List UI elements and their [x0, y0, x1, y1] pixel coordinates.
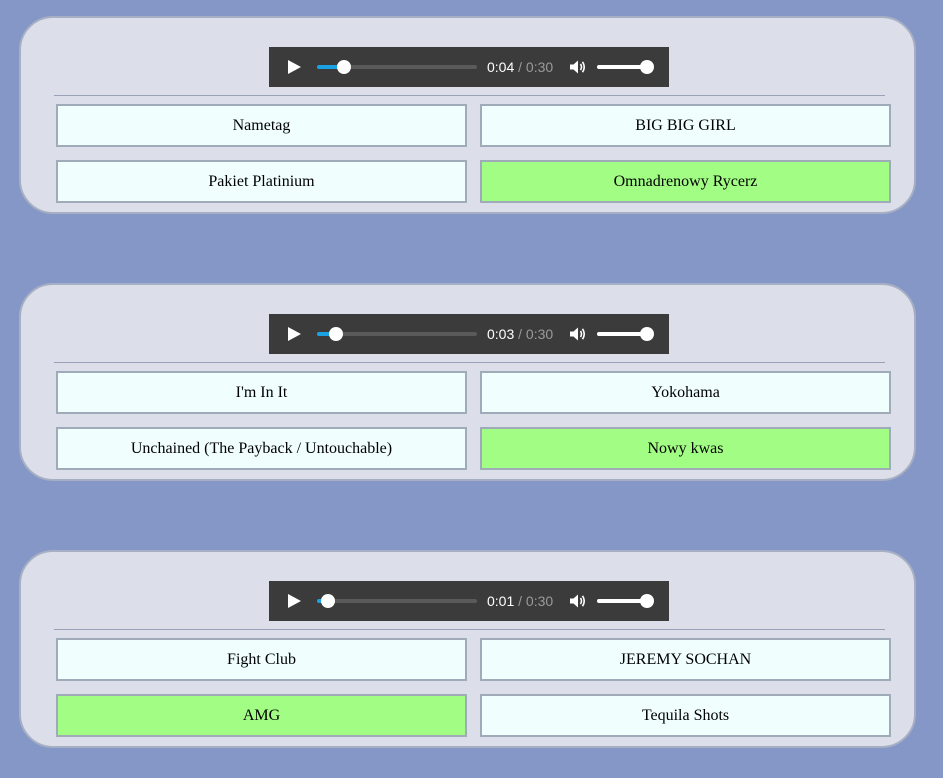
question-card: 0:01 / 0:30 Fight Club JEREMY SOCHAN AMG…	[19, 550, 916, 748]
answer-option[interactable]: Yokohama	[480, 371, 891, 414]
time-separator: /	[518, 326, 523, 342]
seek-slider[interactable]	[317, 60, 477, 74]
volume-slider[interactable]	[597, 594, 654, 608]
play-icon[interactable]	[288, 60, 301, 74]
answer-option[interactable]: BIG BIG GIRL	[480, 104, 891, 147]
seek-slider[interactable]	[317, 327, 477, 341]
volume-slider[interactable]	[597, 60, 654, 74]
divider	[54, 362, 885, 363]
seek-handle[interactable]	[321, 594, 336, 608]
answer-option[interactable]: Tequila Shots	[480, 694, 891, 737]
divider	[54, 629, 885, 630]
audio-player[interactable]: 0:04 / 0:30	[269, 47, 669, 87]
answer-option[interactable]: Nowy kwas	[480, 427, 891, 470]
volume-handle[interactable]	[640, 594, 654, 608]
time-separator: /	[518, 59, 523, 75]
volume-handle[interactable]	[640, 327, 654, 341]
answer-option[interactable]: Omnadrenowy Rycerz	[480, 160, 891, 203]
answer-option[interactable]: AMG	[56, 694, 467, 737]
answer-option[interactable]: I'm In It	[56, 371, 467, 414]
answer-option[interactable]: Fight Club	[56, 638, 467, 681]
question-card: 0:03 / 0:30 I'm In It Yokohama Unchained…	[19, 283, 916, 481]
divider	[54, 95, 885, 96]
time-display: 0:03 / 0:30	[487, 326, 553, 342]
seek-handle[interactable]	[329, 327, 344, 341]
time-display: 0:01 / 0:30	[487, 593, 553, 609]
volume-icon[interactable]	[569, 326, 587, 342]
seek-handle[interactable]	[337, 60, 352, 74]
volume-handle[interactable]	[640, 60, 654, 74]
volume-icon[interactable]	[569, 593, 587, 609]
current-time: 0:04	[487, 59, 515, 75]
current-time: 0:03	[487, 326, 515, 342]
audio-player[interactable]: 0:03 / 0:30	[269, 314, 669, 354]
duration: 0:30	[525, 326, 554, 342]
volume-slider[interactable]	[597, 327, 654, 341]
answer-option[interactable]: Nametag	[56, 104, 467, 147]
time-separator: /	[518, 593, 523, 609]
current-time: 0:01	[487, 593, 515, 609]
audio-player[interactable]: 0:01 / 0:30	[269, 581, 669, 621]
time-display: 0:04 / 0:30	[487, 59, 553, 75]
question-card: 0:04 / 0:30 Nametag BIG BIG GIRL Pakiet …	[19, 16, 916, 214]
answer-option[interactable]: Unchained (The Payback / Untouchable)	[56, 427, 467, 470]
play-icon[interactable]	[288, 327, 301, 341]
play-icon[interactable]	[288, 594, 301, 608]
volume-icon[interactable]	[569, 59, 587, 75]
duration: 0:30	[525, 593, 554, 609]
seek-slider[interactable]	[317, 594, 477, 608]
duration: 0:30	[525, 59, 554, 75]
answer-option[interactable]: Pakiet Platinium	[56, 160, 467, 203]
answer-option[interactable]: JEREMY SOCHAN	[480, 638, 891, 681]
